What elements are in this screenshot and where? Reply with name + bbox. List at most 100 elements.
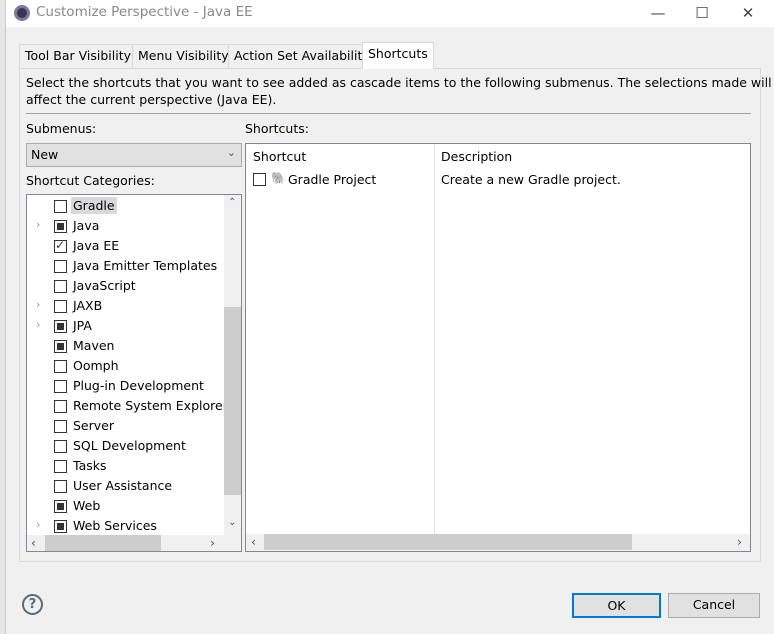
category-label: Java EE xyxy=(73,238,120,253)
category-checkbox[interactable] xyxy=(54,360,67,373)
category-checkbox[interactable] xyxy=(54,500,67,513)
tree-item[interactable]: Remote System Explorer xyxy=(27,396,228,416)
cancel-button[interactable]: Cancel xyxy=(668,593,760,618)
category-label: Java Emitter Templates xyxy=(73,258,218,273)
category-label: Gradle xyxy=(71,197,117,214)
column-divider xyxy=(434,144,435,534)
category-label: JAXB xyxy=(73,298,103,313)
category-checkbox[interactable] xyxy=(54,480,67,493)
category-label: Java xyxy=(73,218,100,233)
category-checkbox[interactable] xyxy=(54,300,67,313)
shortcut-categories-label: Shortcut Categories: xyxy=(26,173,155,188)
shortcuts-table[interactable]: Shortcut Description 🐘 Gradle Project Cr… xyxy=(245,143,751,552)
tree-item[interactable]: Java Emitter Templates xyxy=(27,256,225,276)
category-label: Web Services xyxy=(73,518,157,533)
category-checkbox[interactable] xyxy=(54,340,67,353)
category-checkbox[interactable] xyxy=(54,280,67,293)
category-checkbox[interactable] xyxy=(54,200,67,213)
tree-item[interactable]: › JAXB xyxy=(27,296,225,316)
category-checkbox[interactable] xyxy=(54,238,67,253)
tree-item[interactable]: User Assistance xyxy=(27,476,225,496)
minimize-button[interactable]: — xyxy=(646,2,670,24)
category-label: Oomph xyxy=(73,358,119,373)
separator xyxy=(26,113,751,114)
tree-item[interactable]: › Java xyxy=(27,216,225,236)
category-checkbox[interactable] xyxy=(54,260,67,273)
tree-item[interactable]: Oomph xyxy=(27,356,225,376)
expand-chevron-icon[interactable]: › xyxy=(36,298,40,311)
submenus-select[interactable]: New ⌄ xyxy=(26,143,242,167)
expand-chevron-icon[interactable]: › xyxy=(36,518,40,531)
tree-item[interactable]: Maven xyxy=(27,336,225,356)
tree-item[interactable]: › Web Services xyxy=(27,516,225,536)
horizontal-scroll-thumb[interactable] xyxy=(264,534,632,550)
vertical-scroll-thumb[interactable] xyxy=(224,307,241,495)
category-checkbox[interactable] xyxy=(54,440,67,453)
description-line-2: affect the current perspective (Java EE)… xyxy=(26,92,277,107)
category-label: Tasks xyxy=(73,458,107,473)
gradle-icon: 🐘 xyxy=(271,171,286,185)
help-icon[interactable]: ? xyxy=(22,594,43,615)
horizontal-scroll-thumb[interactable] xyxy=(45,535,161,551)
background-window xyxy=(0,0,6,634)
tree-item[interactable]: Tasks xyxy=(27,456,225,476)
scroll-right-icon[interactable]: › xyxy=(737,534,742,549)
close-button[interactable]: ✕ xyxy=(736,2,760,24)
category-label: Server xyxy=(73,418,114,433)
category-label: SQL Development xyxy=(73,438,186,453)
window-title: Customize Perspective - Java EE xyxy=(36,4,253,20)
tree-item[interactable]: Gradle xyxy=(27,196,225,216)
shortcut-checkbox[interactable] xyxy=(253,173,266,186)
category-label: Web xyxy=(73,498,101,513)
column-header-shortcut[interactable]: Shortcut xyxy=(253,149,306,164)
chevron-down-icon: ⌄ xyxy=(226,146,236,159)
category-label: User Assistance xyxy=(73,478,173,493)
submenus-selected-value: New xyxy=(31,147,59,162)
scroll-corner xyxy=(224,535,241,551)
tree-item[interactable]: › JPA xyxy=(27,316,225,336)
category-checkbox[interactable] xyxy=(54,420,67,433)
scroll-right-icon[interactable]: › xyxy=(210,535,215,550)
tab-tool-bar-visibility[interactable]: Tool Bar Visibility xyxy=(19,44,137,68)
scroll-left-icon[interactable]: ‹ xyxy=(251,534,256,549)
ok-button[interactable]: OK xyxy=(572,593,661,618)
tree-item[interactable]: JavaScript xyxy=(27,276,225,296)
table-row[interactable]: 🐘 Gradle Project Create a new Gradle pro… xyxy=(246,170,750,190)
tab-shortcuts[interactable]: Shortcuts xyxy=(362,42,434,69)
category-checkbox[interactable] xyxy=(54,460,67,473)
tree-item[interactable]: Server xyxy=(27,416,225,436)
expand-chevron-icon[interactable]: › xyxy=(36,318,40,331)
maximize-button[interactable]: ☐ xyxy=(690,2,714,24)
tree-item[interactable]: Plug-in Development xyxy=(27,376,225,396)
category-label: Plug-in Development xyxy=(73,378,204,393)
eclipse-logo-icon xyxy=(14,5,30,21)
category-checkbox[interactable] xyxy=(54,220,67,233)
category-label: JavaScript xyxy=(73,278,136,293)
category-checkbox[interactable] xyxy=(54,400,67,413)
tree-item[interactable]: Java EE xyxy=(27,236,225,256)
column-header-description[interactable]: Description xyxy=(441,149,512,164)
category-checkbox[interactable] xyxy=(54,380,67,393)
vertical-scrollbar[interactable]: ⌃ ⌄ xyxy=(224,195,241,535)
category-checkbox[interactable] xyxy=(54,320,67,333)
tree-item[interactable]: Web xyxy=(27,496,225,516)
tab-menu-visibility[interactable]: Menu Visibility xyxy=(132,44,235,68)
shortcut-categories-tree[interactable]: Gradle › Java Java EE Java Emitter Templates… xyxy=(26,194,242,552)
shortcuts-label: Shortcuts: xyxy=(245,121,309,136)
scroll-down-icon[interactable]: ⌄ xyxy=(228,517,236,528)
category-label: JPA xyxy=(73,318,92,333)
tab-action-set-availability[interactable]: Action Set Availability xyxy=(228,44,376,68)
submenus-label: Submenus: xyxy=(26,121,97,136)
category-label: Remote System Explorer xyxy=(73,398,228,413)
horizontal-scrollbar[interactable]: ‹ › xyxy=(246,534,750,551)
scroll-left-icon[interactable]: ‹ xyxy=(31,535,36,550)
category-checkbox[interactable] xyxy=(54,520,67,533)
scroll-up-icon[interactable]: ⌃ xyxy=(228,197,236,208)
shortcut-description: Create a new Gradle project. xyxy=(441,172,621,187)
description-line-1: Select the shortcuts that you want to se… xyxy=(26,75,774,90)
category-label: Maven xyxy=(73,338,115,353)
shortcut-name: Gradle Project xyxy=(288,172,377,187)
expand-chevron-icon[interactable]: › xyxy=(36,218,40,231)
tree-item[interactable]: SQL Development xyxy=(27,436,225,456)
horizontal-scrollbar[interactable]: ‹ › xyxy=(27,535,241,551)
